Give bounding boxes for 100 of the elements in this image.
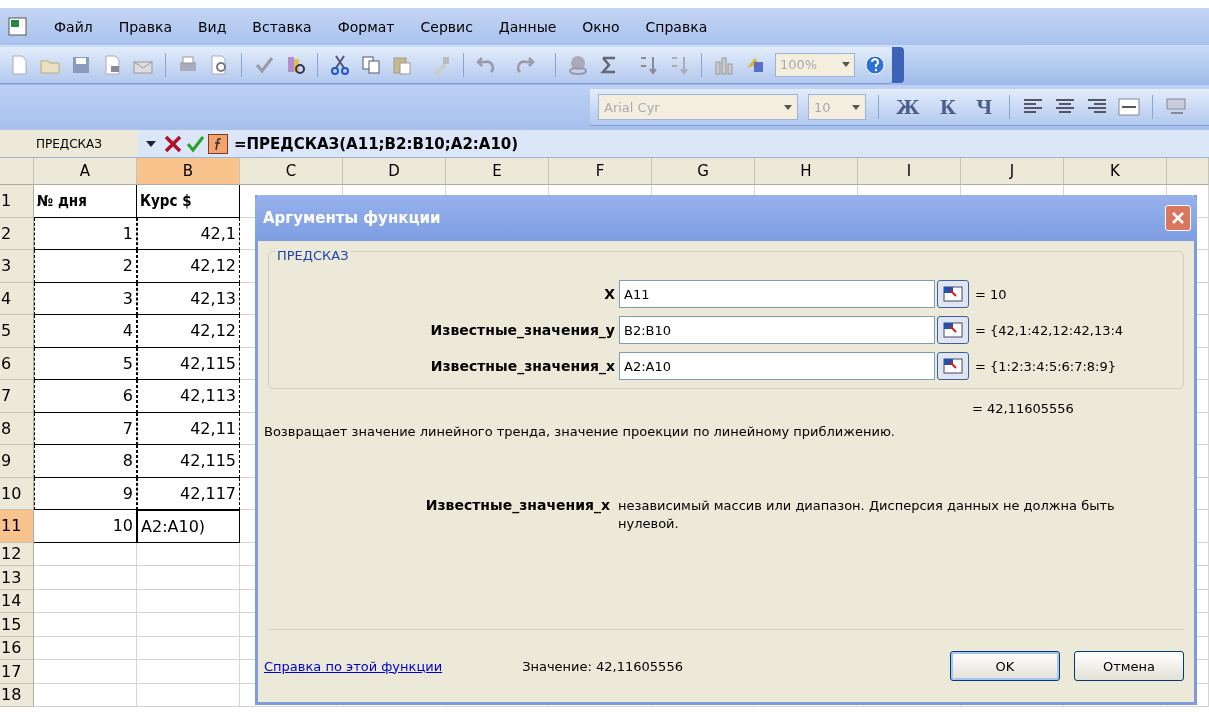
column-header[interactable]: K [1064,158,1167,185]
empty-cell[interactable] [137,542,240,566]
cancel-icon[interactable] [164,134,182,153]
table-cell[interactable]: 4 [34,315,137,348]
row-header[interactable]: 3 [0,250,34,283]
dropdown-arrow-icon[interactable] [784,104,792,110]
enter-checkmark-icon[interactable] [186,134,204,153]
select-all-corner[interactable] [0,158,34,185]
help-link[interactable]: Справка по этой функции [264,658,443,674]
menu-item[interactable]: Окно [582,18,620,35]
table-cell[interactable]: 7 [34,412,137,445]
table-cell[interactable]: 9 [34,477,137,510]
font-style-button[interactable]: Ж [891,96,925,118]
menu-item[interactable]: Правка [118,18,172,35]
column-header[interactable]: E [446,158,549,185]
menu-item[interactable]: Вид [197,18,227,35]
range-picker-icon[interactable] [937,280,969,308]
column-header[interactable]: G [652,158,755,185]
row-header[interactable]: 14 [0,589,34,613]
function-description: Возвращает значение линейного тренда, значение проекции по линейному приближению. [263,424,896,439]
empty-cell[interactable] [137,660,240,684]
table-cell[interactable]: 8 [34,445,137,478]
insert-function-icon[interactable] [208,133,228,154]
menu-item[interactable]: Сервис [420,18,473,35]
row-header[interactable]: 18 [0,683,34,707]
column-header[interactable]: D [343,158,446,185]
menu-item[interactable]: Формат [337,18,395,35]
dropdown-arrow-icon[interactable] [842,62,850,67]
ok-button[interactable]: OK [950,651,1060,681]
dropdown-arrow-icon[interactable] [852,104,860,110]
table-cell[interactable]: 2 [34,250,137,283]
hyperlink-icon[interactable] [567,53,589,76]
menu-item[interactable]: Данные [498,18,557,35]
dropdown-arrow-icon[interactable] [146,140,156,147]
menu-item[interactable]: Справка [645,18,708,35]
argument-help-text: независимый массив или диапазон. Дисперсия данных не должна быть нулевой. [618,497,1116,534]
input-field[interactable]: B2:B10 [619,316,935,344]
row-header[interactable]: 10 [0,477,34,510]
table-cell[interactable]: 42,12 [137,250,240,283]
row-header[interactable]: 4 [0,282,34,315]
row-header[interactable]: 2 [0,217,34,250]
row-header[interactable]: 16 [0,636,34,660]
menu-item[interactable]: Файл [54,18,93,35]
row-header[interactable]: 1 [0,185,34,218]
table-cell[interactable]: 1 [34,217,137,250]
column-header[interactable]: A [34,158,137,185]
row-header[interactable]: 13 [0,566,34,590]
range-picker-icon[interactable] [937,352,969,380]
column-header[interactable]: B [137,158,240,185]
table-cell[interactable]: 42,11 [137,412,240,445]
cancel-button[interactable]: Отмена [1074,651,1184,681]
table-cell[interactable]: 3 [34,282,137,315]
column-header[interactable]: I [858,158,961,185]
table-cell[interactable]: 5 [34,347,137,380]
copy-icon[interactable] [360,53,382,76]
table-cell[interactable]: 42,113 [137,380,240,413]
argument-result: = {42,1:42,12:42,13:4 [974,322,1125,338]
table-cell[interactable]: 42,12 [137,315,240,348]
cell-editor[interactable]: A2:A10) [137,510,240,543]
row-header[interactable]: 9 [0,445,34,478]
table-cell[interactable]: 42,13 [137,282,240,315]
input-field[interactable]: A2:A10 [619,352,935,380]
row-header[interactable]: 17 [0,660,34,684]
table-cell[interactable]: 10 [34,510,137,543]
table-cell[interactable]: Курс $ [137,185,240,218]
column-header[interactable]: J [961,158,1064,185]
range-picker-icon[interactable] [937,316,969,344]
empty-cell[interactable] [137,589,240,613]
menu-item[interactable]: Вставка [252,18,312,35]
empty-cell[interactable] [137,683,240,707]
row-header[interactable]: 6 [0,347,34,380]
empty-cell[interactable] [137,566,240,590]
app-icon[interactable] [8,16,28,37]
table-cell[interactable]: 42,115 [137,445,240,478]
close-button[interactable] [1165,205,1191,231]
row-header[interactable]: 5 [0,315,34,348]
column-header[interactable]: F [549,158,652,185]
font-style-button[interactable]: Ч [971,96,998,118]
row-header[interactable]: 11 [0,510,34,543]
help-icon[interactable] [864,53,888,76]
table-cell[interactable]: 42,1 [137,217,240,250]
input-field[interactable]: A11 [619,280,935,308]
table-cell[interactable]: 6 [34,380,137,413]
row-header[interactable]: 7 [0,380,34,413]
cut-icon[interactable] [329,53,351,76]
row-header[interactable]: 12 [0,542,34,566]
row-header[interactable]: 15 [0,613,34,637]
table-cell[interactable]: 42,115 [137,347,240,380]
table-cell[interactable]: № дня [34,185,137,218]
close-icon[interactable] [1171,211,1185,225]
font-style-button[interactable]: К [934,96,961,118]
empty-cell[interactable] [137,613,240,637]
row-header[interactable]: 8 [0,412,34,445]
name-box[interactable]: ПРЕДСКАЗ [0,130,138,157]
empty-cell[interactable] [137,636,240,660]
table-cell[interactable]: 42,117 [137,477,240,510]
merge-center-icon[interactable] [1118,96,1141,118]
column-header[interactable]: C [240,158,343,185]
column-header[interactable]: H [755,158,858,185]
column-header[interactable] [1167,158,1209,185]
